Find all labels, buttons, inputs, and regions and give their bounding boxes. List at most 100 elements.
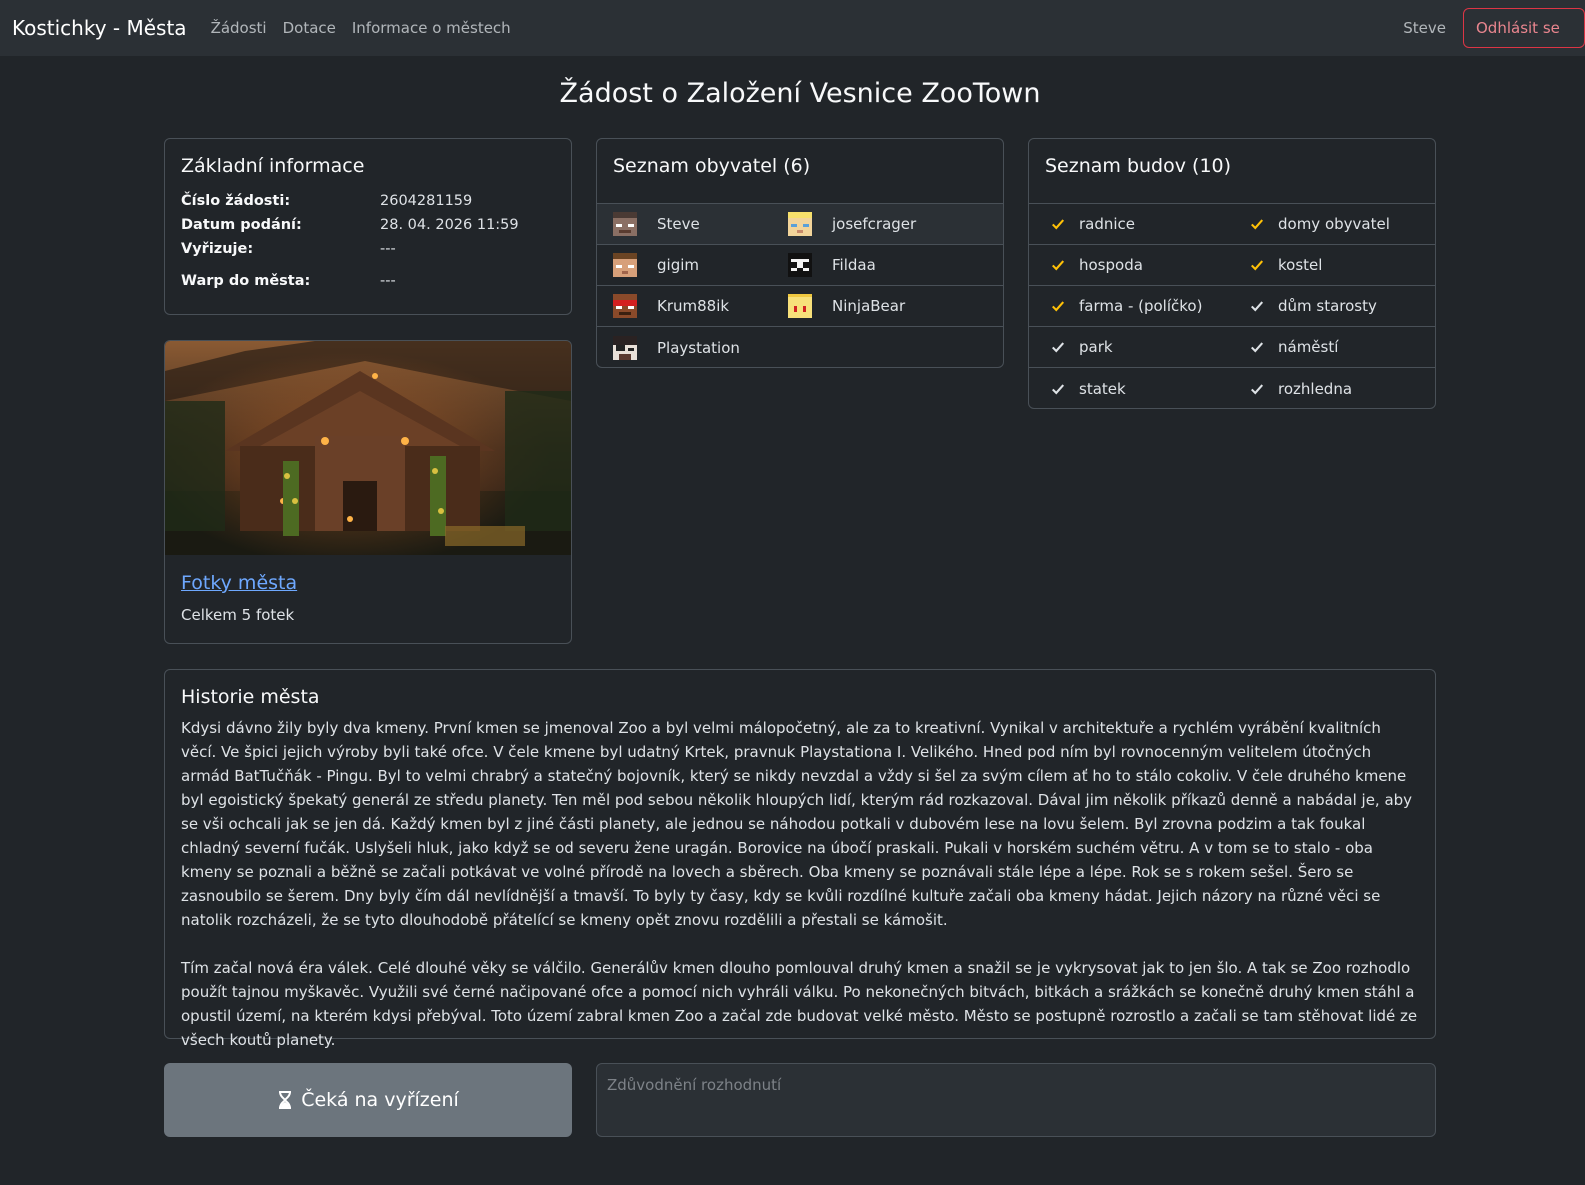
building-name: rozhledna [1278,379,1353,398]
brown-avatar-icon [613,253,637,277]
nav-link-informace[interactable]: Informace o městech [352,19,511,37]
resident-item[interactable]: Krum88ik [597,294,772,318]
town-photo[interactable] [165,341,571,555]
check-icon [1052,260,1065,271]
building-name: hospoda [1079,256,1143,274]
red-headband-avatar-icon [613,294,637,318]
buildings-title: Seznam budov (10) [1045,155,1232,177]
list-item: park náměstí [1029,327,1435,368]
resident-name: josefcrager [832,215,917,233]
residents-header: Seznam obyvatel (6) [597,139,1003,204]
resident-name: Krum88ik [657,297,730,315]
panda-avatar-icon [788,253,812,277]
residents-title: Seznam obyvatel (6) [613,155,811,177]
resident-item[interactable]: gigim [597,253,772,277]
photo-card: Fotky města Celkem 5 fotek [164,340,572,644]
check-icon [1052,219,1065,230]
building-name: náměstí [1278,338,1339,356]
building-item: rozhledna [1228,380,1427,398]
warp-value: --- [380,273,396,289]
navbar: Kostichky - Města Žádosti Dotace Informa… [0,0,1585,56]
list-item: radnice domy obyvatel [1029,204,1435,245]
list-item: statek rozhledna [1029,368,1435,408]
info-row-submit-date: Datum podání: 28. 04. 2026 11:59 [181,213,555,237]
building-item: domy obyvatel [1228,215,1427,233]
resident-name: Playstation [657,338,740,357]
check-icon [1251,219,1264,230]
request-number-value: 2604281159 [380,193,473,209]
basic-info-card: Základní informace Číslo žádosti: 260428… [164,138,572,315]
list-item: Playstation [597,327,1003,367]
hourglass-icon [279,1091,292,1109]
check-icon [1251,260,1264,271]
nav-username: Steve [1403,19,1446,37]
check-icon [1251,342,1264,353]
nav-link-dotace[interactable]: Dotace [283,19,336,37]
list-item: hospoda kostel [1029,245,1435,286]
basic-info-title: Základní informace [181,155,365,177]
building-name: dům starosty [1278,297,1377,315]
resident-name: Steve [657,215,700,233]
history-paragraph: Kdysi dávno žily byly dva kmeny. První k… [181,719,1413,929]
check-icon [1251,383,1264,394]
building-item: kostel [1228,256,1427,274]
resident-item[interactable]: Fildaa [772,253,947,277]
page-title: Žádost o Založení Vesnice ZooTown [559,78,1041,109]
building-name: park [1079,338,1113,356]
building-name: farma - (políčko) [1079,297,1203,315]
handler-value: --- [380,241,396,257]
building-item: park [1029,338,1228,356]
check-icon [1052,301,1065,312]
history-title: Historie města [181,686,320,708]
photo-count: Celkem 5 fotek [181,606,295,624]
photos-link[interactable]: Fotky města [181,572,297,594]
status-label: Čeká na vyřízení [301,1089,459,1111]
list-item: Steve josefcrager [597,204,1003,245]
steve-avatar-icon [613,212,637,236]
resident-name: NinjaBear [832,297,906,315]
resident-name: Fildaa [832,256,876,274]
info-label: Číslo žádosti: [181,193,291,209]
building-item: dům starosty [1228,297,1427,315]
info-label: Vyřizuje: [181,241,254,257]
info-row-request-number: Číslo žádosti: 2604281159 [181,189,555,213]
info-row-warp: Warp do města: --- [181,269,555,293]
resident-name: gigim [657,256,699,274]
yellow-avatar-icon [788,294,812,318]
check-icon [1251,301,1264,312]
history-paragraph: Tím začal nová éra válek. Celé dlouhé vě… [181,959,1418,1049]
info-label: Datum podání: [181,217,302,233]
brand[interactable]: Kostichky - Města [12,16,187,40]
check-icon [1052,383,1065,394]
nav-right: Steve Odhlásit se [1403,8,1585,48]
submit-date-value: 28. 04. 2026 11:59 [380,217,519,233]
logout-button[interactable]: Odhlásit se [1463,8,1585,48]
building-name: kostel [1278,256,1323,274]
building-item: statek [1029,380,1228,398]
blond-avatar-icon [788,212,812,236]
info-label: Warp do města: [181,273,311,289]
building-name: domy obyvatel [1278,215,1390,233]
resident-item[interactable]: NinjaBear [772,294,947,318]
nav-link-zadosti[interactable]: Žádosti [211,19,267,37]
resident-item[interactable]: Playstation [597,335,772,360]
info-row-handler: Vyřizuje: --- [181,237,555,261]
nav-links: Žádosti Dotace Informace o městech [211,19,527,37]
buildings-header: Seznam budov (10) [1029,139,1435,204]
reason-input[interactable] [596,1063,1436,1137]
status-button[interactable]: Čeká na vyřízení [164,1063,572,1137]
building-name: statek [1079,379,1126,398]
building-item: hospoda [1029,256,1228,274]
resident-item[interactable]: josefcrager [772,212,947,236]
list-item: farma - (políčko) dům starosty [1029,286,1435,327]
building-item: farma - (políčko) [1029,297,1228,315]
list-item: gigim Fildaa [597,245,1003,286]
dark-avatar-icon [613,335,637,360]
history-card: Historie města Kdysi dávno žily byly dva… [164,669,1436,1049]
check-icon [1052,342,1065,353]
history-text: Kdysi dávno žily byly dva kmeny. První k… [181,716,1419,1052]
building-item: náměstí [1228,338,1427,356]
buildings-card: Seznam budov (10) radnice domy obyvatel … [1028,138,1436,409]
resident-item[interactable]: Steve [597,212,772,236]
building-name: radnice [1079,215,1136,233]
